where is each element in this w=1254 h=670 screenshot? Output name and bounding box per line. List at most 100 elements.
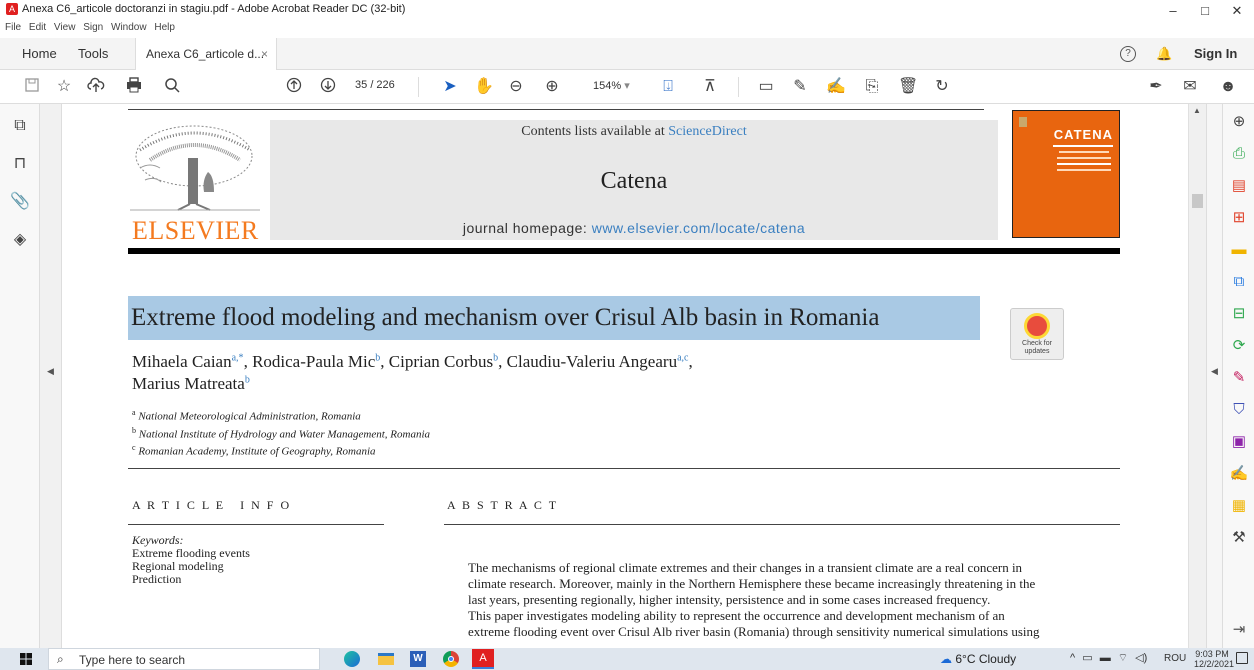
check-for-updates-badge[interactable]: Check for updates <box>1010 308 1064 360</box>
prev-page-icon[interactable] <box>284 77 304 97</box>
abstract-line: The mechanisms of regional climate extre… <box>468 560 1023 575</box>
bookmark-star-icon[interactable]: ☆ <box>54 77 74 97</box>
word-icon[interactable]: W <box>410 651 426 667</box>
author-sup[interactable]: a,* <box>232 352 244 363</box>
chevron-left-icon[interactable]: ◀ <box>47 366 54 377</box>
protect-icon[interactable]: ⛉ <box>1229 400 1249 420</box>
draw-icon[interactable]: ✍ <box>826 77 846 97</box>
vertical-scrollbar[interactable]: ▲ <box>1188 104 1206 648</box>
combine-files-icon[interactable]: ⧉ <box>1229 272 1249 292</box>
windows-start-icon[interactable] <box>20 653 32 665</box>
battery-icon[interactable]: ▬ <box>1100 652 1111 664</box>
layers-icon[interactable]: ◈ <box>10 230 30 250</box>
more-tools-icon[interactable]: ⚒ <box>1229 528 1249 548</box>
cloud-upload-icon[interactable] <box>86 77 106 97</box>
page-current[interactable]: 35 <box>355 79 367 91</box>
chevron-right-icon[interactable]: ◀ <box>1211 366 1218 377</box>
author-sup[interactable]: a,c <box>677 352 688 363</box>
clock[interactable]: 9:03 PM 12/2/2021 <box>1194 649 1234 669</box>
delete-icon[interactable]: 🗑 <box>898 77 918 97</box>
menu-sign[interactable]: Sign <box>83 22 103 33</box>
chrome-icon[interactable] <box>443 651 459 667</box>
request-signature-icon[interactable]: ✍ <box>1229 464 1249 484</box>
pages-icon[interactable]: ⧉ <box>10 116 30 136</box>
edge-icon[interactable] <box>344 651 360 667</box>
taskbar-search-placeholder: Type here to search <box>79 653 186 667</box>
menu-file[interactable]: File <box>5 22 21 33</box>
organize-pages-icon[interactable]: ▤ <box>1229 176 1249 196</box>
zoom-tool-icon[interactable]: ⊕ <box>1229 112 1249 132</box>
page-number-field[interactable]: 35 / 226 <box>355 79 395 91</box>
cloud-icon: ☁ <box>940 652 952 666</box>
fit-page-icon[interactable]: ⍗ <box>658 77 678 97</box>
search-icon[interactable] <box>162 77 182 97</box>
homepage-link[interactable]: www.elsevier.com/locate/catena <box>592 220 805 236</box>
select-cursor-icon[interactable]: ➤ <box>440 77 460 97</box>
comment-tool-icon[interactable]: ▬ <box>1229 240 1249 260</box>
notifications-icon[interactable] <box>1236 652 1248 664</box>
create-pdf-icon[interactable]: ⊞ <box>1229 208 1249 228</box>
scroll-mode-icon[interactable]: ⊼ <box>700 77 720 97</box>
search-icon: ⌕ <box>57 652 64 666</box>
scroll-up-arrow[interactable]: ▲ <box>1193 106 1201 115</box>
acrobat-taskbar-icon[interactable]: A <box>472 649 494 669</box>
menu-window[interactable]: Window <box>111 22 147 33</box>
rotate-icon[interactable]: ↻ <box>932 77 952 97</box>
tab-close-icon[interactable]: × <box>261 38 268 70</box>
email-icon[interactable]: ✉ <box>1180 77 1200 97</box>
zoom-in-icon[interactable]: ⊕ <box>542 77 562 97</box>
zoom-out-icon[interactable]: ⊖ <box>506 77 526 97</box>
abstract-line: This paper investigates modeling ability… <box>468 608 1005 623</box>
author-sup[interactable]: b <box>245 374 250 385</box>
collapse-left-panel[interactable]: ◀ <box>40 104 62 648</box>
zoom-select[interactable]: 154% ▾ <box>593 79 630 92</box>
comment-icon[interactable]: ▭ <box>756 77 776 97</box>
help-icon[interactable]: ? <box>1120 46 1136 62</box>
fill-sign-icon[interactable]: ✎ <box>1229 368 1249 388</box>
print-icon[interactable] <box>124 77 144 97</box>
elsevier-logo: ELSEVIER <box>130 120 270 245</box>
scan-ocr-icon[interactable]: ⟳ <box>1229 336 1249 356</box>
export-pdf-icon[interactable]: ⎙ <box>1229 144 1249 164</box>
file-explorer-icon[interactable] <box>378 653 394 665</box>
minimize-button[interactable]: – <box>1158 0 1188 22</box>
sign-pen-icon[interactable]: ✒ <box>1146 77 1166 97</box>
menu-help[interactable]: Help <box>154 22 175 33</box>
tab-home[interactable]: Home <box>12 38 67 70</box>
send-for-review-icon[interactable]: ▦ <box>1229 496 1249 516</box>
bell-icon[interactable]: 🔔 <box>1156 46 1172 62</box>
expand-panel-icon[interactable]: ⇥ <box>1229 620 1249 640</box>
menu-view[interactable]: View <box>54 22 76 33</box>
weather-widget[interactable]: ☁ 6°C Cloudy <box>940 652 1016 666</box>
compress-icon[interactable]: ⊟ <box>1229 304 1249 324</box>
wifi-icon[interactable]: ⌔ <box>1118 652 1128 664</box>
menu-edit[interactable]: Edit <box>29 22 46 33</box>
sciencedirect-link[interactable]: ScienceDirect <box>668 124 747 139</box>
hand-tool-icon[interactable]: ✋ <box>474 77 494 97</box>
close-button[interactable]: ✕ <box>1222 0 1252 22</box>
bookmarks-icon[interactable]: ⊓ <box>10 154 30 174</box>
language-indicator[interactable]: ROU <box>1164 653 1186 664</box>
keyword: Prediction <box>132 572 182 586</box>
prepare-form-icon[interactable]: ▣ <box>1229 432 1249 452</box>
chevron-up-icon[interactable]: ^ <box>1070 652 1075 664</box>
contents-line: Contents lists available at ScienceDirec… <box>521 124 747 139</box>
journal-header: Contents lists available at ScienceDirec… <box>270 120 998 240</box>
scroll-thumb[interactable] <box>1192 194 1203 208</box>
tab-tools[interactable]: Tools <box>68 38 118 70</box>
sign-in-button[interactable]: Sign In <box>1184 38 1247 70</box>
document-view[interactable]: ELSEVIER Contents lists available at Sci… <box>62 104 1188 648</box>
stamp-icon[interactable]: ⎘ <box>862 77 882 97</box>
system-tray[interactable]: ^ ▭ ▬ ⌔ ◁) <box>1070 651 1147 665</box>
save-icon[interactable] <box>22 77 42 97</box>
maximize-button[interactable]: □ <box>1190 0 1220 22</box>
tab-document[interactable]: Anexa C6_articole d... × <box>135 38 277 70</box>
highlight-pen-icon[interactable]: ✎ <box>790 77 810 97</box>
share-user-icon[interactable]: ☻ <box>1218 77 1238 97</box>
collapse-right-panel[interactable]: ◀ <box>1206 104 1222 648</box>
network-icon[interactable]: ▭ <box>1082 652 1092 664</box>
taskbar-search[interactable]: ⌕ Type here to search <box>48 648 320 670</box>
next-page-icon[interactable] <box>318 77 338 97</box>
volume-icon[interactable]: ◁) <box>1135 652 1147 664</box>
attachments-icon[interactable]: 📎 <box>10 192 30 212</box>
